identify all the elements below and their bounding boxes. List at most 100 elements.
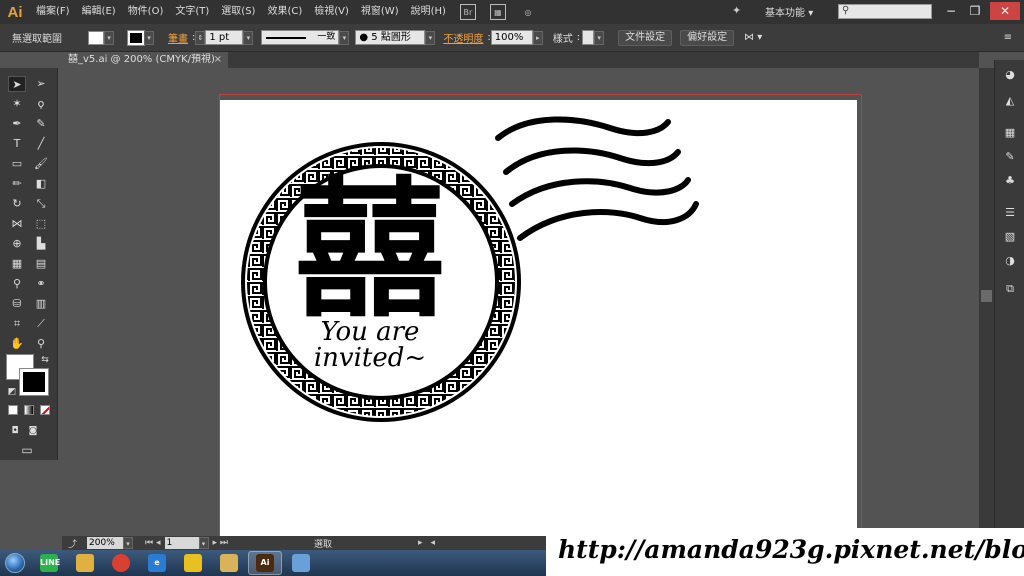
pen-tool-icon[interactable]: ✒ [8,116,26,132]
swatches-panel-icon[interactable]: ▦ [1002,126,1018,140]
gradient-mode-icon[interactable] [24,405,34,415]
color-mode-icon[interactable] [8,405,18,415]
artboard-tool-icon[interactable]: ⌗ [8,316,26,332]
zoom-dropdown[interactable]: ▾ [123,537,134,549]
canvas-area[interactable]: 囍 You are invited~ [62,68,979,536]
taskbar-paint-app[interactable] [284,551,318,575]
arrange-documents-icon[interactable]: ▦ [489,4,506,20]
transparency-panel-icon[interactable]: ◑ [1002,254,1018,268]
menu-item[interactable]: 文字(T) [169,0,215,24]
workspace-switcher[interactable]: 基本功能 ▾ [765,4,813,19]
status-menu-icon[interactable]: ▸ [418,538,423,548]
gradient-tool-icon[interactable]: ▤ [32,256,50,272]
profile-dropdown[interactable]: ▾ [339,30,350,45]
free-transform-tool-icon[interactable]: ⬚ [32,216,50,232]
blend-tool-icon[interactable]: ⚭ [32,276,50,292]
stroke-color-box[interactable] [19,368,49,396]
brush-definition[interactable]: ● 5 點圓形 [355,30,426,45]
preferences-button[interactable]: 偏好設定 [680,29,735,46]
none-mode-icon[interactable] [40,405,50,415]
line-tool-icon[interactable]: ╱ [32,136,50,152]
taskbar-chrome-app[interactable] [104,551,138,575]
menu-item[interactable]: 說明(H) [405,0,452,24]
rotate-tool-icon[interactable]: ↻ [8,196,26,212]
perspective-grid-tool-icon[interactable]: ▙ [32,236,50,252]
restore-button[interactable]: ❐ [964,2,986,20]
menu-item[interactable]: 檢視(V) [308,0,355,24]
color-guide-panel-icon[interactable]: ◭ [1002,94,1018,108]
selection-tool-icon[interactable]: ➤ [8,76,26,92]
bridge-icon[interactable]: Br [459,4,476,20]
menu-item[interactable]: 物件(O) [122,0,170,24]
variable-width-profile[interactable]: 一致 [261,30,340,45]
opacity-expand[interactable]: ▸ [532,30,543,45]
file-share-icon[interactable]: ⤴ [68,537,77,550]
curvature-tool-icon[interactable]: ✎ [32,116,50,132]
sync-settings-icon[interactable]: ✦ [732,4,741,17]
screen-mode-icon[interactable]: ▭ [18,442,36,458]
scale-tool-icon[interactable]: ⤡ [32,196,50,212]
column-graph-tool-icon[interactable]: ▥ [32,296,50,312]
close-icon[interactable]: × [214,52,222,68]
hand-tool-icon[interactable]: ✋ [8,336,26,352]
menu-item[interactable]: 編輯(E) [76,0,122,24]
gpu-performance-icon[interactable]: ◎ [520,4,536,20]
stroke-weight-field[interactable]: 1 pt [205,30,244,45]
swap-fill-stroke-icon[interactable]: ⇆ [36,352,54,368]
gradient-panel-icon[interactable]: ▧ [1002,230,1018,244]
stroke-weight-dropdown[interactable]: ▾ [243,30,254,45]
opacity-label[interactable]: 不透明度 [439,30,487,45]
rectangle-tool-icon[interactable]: ▭ [8,156,26,172]
zoom-field[interactable]: 200% [87,537,124,549]
shape-builder-tool-icon[interactable]: ⊕ [8,236,26,252]
taskbar-explorer-app[interactable] [212,551,246,575]
panel-menu-icon[interactable]: ≡ [1000,32,1016,43]
document-setup-button[interactable]: 文件設定 [618,29,673,46]
minimize-button[interactable]: − [940,2,962,20]
menu-item[interactable]: 效果(C) [261,0,308,24]
menu-item[interactable]: 視窗(W) [355,0,405,24]
menu-item[interactable]: 檔案(F) [30,0,76,24]
width-tool-icon[interactable]: ⋈ [8,216,26,232]
slice-tool-icon[interactable]: ⟋ [32,316,50,332]
taskbar-illustrator-app[interactable]: Ai [248,551,282,575]
vertical-scrollbar[interactable] [979,68,994,536]
start-button[interactable] [0,551,30,575]
brushes-panel-icon[interactable]: ✎ [1002,150,1018,164]
type-tool-icon[interactable]: T [8,136,26,152]
draw-normal-icon[interactable]: ◘ [6,423,24,439]
taskbar-app-yellow[interactable] [176,551,210,575]
magic-wand-tool-icon[interactable]: ✶ [8,96,26,112]
mesh-tool-icon[interactable]: ▦ [8,256,26,272]
direct-selection-tool-icon[interactable]: ➢ [32,76,50,92]
search-help-input[interactable]: ⚲ [838,4,932,19]
stroke-panel-icon[interactable]: ☰ [1002,206,1018,220]
artboard[interactable]: 囍 You are invited~ [220,100,857,536]
zoom-tool-icon[interactable]: ⚲ [32,336,50,352]
eraser-tool-icon[interactable]: ◧ [32,176,50,192]
symbols-panel-icon[interactable]: ♣ [1002,174,1018,188]
hscroll-left-icon[interactable]: ◂ [431,538,436,548]
artboard-number-field[interactable]: 1 [164,537,199,549]
stroke-dropdown[interactable]: ▾ [144,30,154,45]
symbol-sprayer-tool-icon[interactable]: ⛁ [8,296,26,312]
draw-behind-icon[interactable]: ◙ [24,423,42,439]
wedding-stamp-artwork[interactable]: 囍 You are invited~ [220,100,857,536]
color-panel-icon[interactable]: ◕ [1002,68,1018,82]
paintbrush-tool-icon[interactable]: 🖌 [32,156,50,172]
appearance-panel-icon[interactable]: ⧉ [1002,282,1018,296]
stroke-label[interactable]: 筆畫 [164,30,192,45]
lasso-tool-icon[interactable]: ϙ [32,96,50,112]
fill-dropdown[interactable]: ▾ [104,30,114,45]
transform-icon[interactable]: ⋈ ▾ [740,32,766,43]
stroke-swatch[interactable] [127,29,145,46]
eyedropper-tool-icon[interactable]: ⚲ [8,276,26,292]
opacity-field[interactable]: 100% [490,30,533,45]
style-dropdown[interactable]: ▾ [594,30,605,45]
document-tab[interactable]: 囍_v5.ai @ 200% (CMYK/預視) × [62,52,228,68]
brush-dropdown[interactable]: ▾ [425,30,436,45]
taskbar-line-app[interactable]: LINE [32,551,66,575]
close-button[interactable]: ✕ [990,2,1020,20]
style-swatch[interactable] [582,30,595,45]
taskbar-folder-app[interactable] [68,551,102,575]
